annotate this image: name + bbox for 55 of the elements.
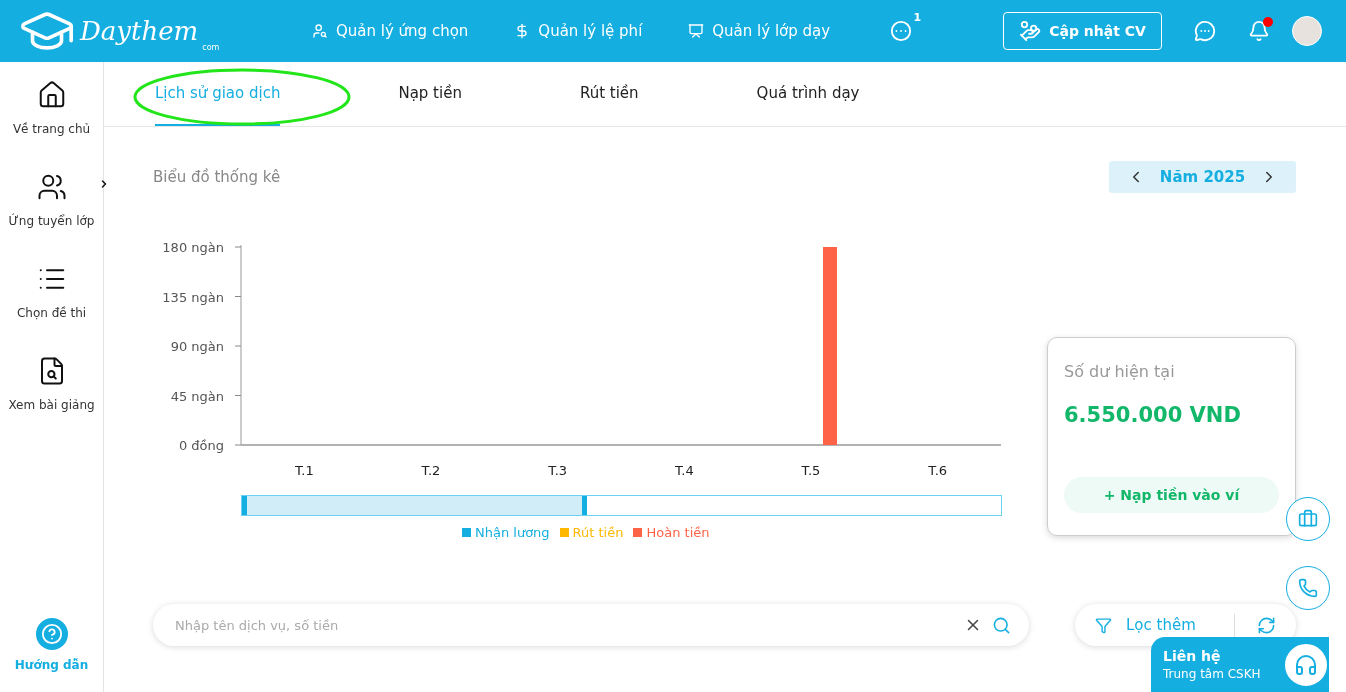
sidebar-item[interactable]: Chọn đề thi	[16, 264, 87, 320]
refresh-icon	[1257, 615, 1276, 635]
balance-label: Số dư hiện tại	[1064, 362, 1176, 381]
top-up-button[interactable]: + Nạp tiền vào ví	[1064, 477, 1279, 513]
phone-icon	[1298, 578, 1318, 598]
sidebar-item[interactable]: Về trang chủ	[12, 80, 91, 136]
legend-item[interactable]: Hoàn tiền	[633, 525, 710, 540]
axis-tick-label: 45 ngàn	[170, 388, 224, 404]
count-label: 1	[913, 11, 922, 24]
phone-button[interactable]	[1286, 566, 1330, 610]
range-slider[interactable]	[241, 495, 1002, 516]
avatar[interactable]	[1292, 16, 1322, 46]
logo-suffix: com	[202, 43, 220, 52]
axis-tick-label: 90 ngàn	[170, 339, 224, 354]
balance-amount: 6.550.000 VND	[1064, 403, 1242, 427]
sidebar-item[interactable]: Ứng tuyển lớp	[8, 172, 95, 228]
briefcase-button[interactable]	[1286, 497, 1330, 541]
tab[interactable]: Rút tiền	[579, 62, 639, 126]
filter-icon	[1095, 616, 1112, 634]
update-cv-button[interactable]: Cập nhật CV	[1003, 12, 1162, 50]
range-selection[interactable]	[242, 496, 588, 515]
sidebar-item[interactable]: Xem bài giảng	[8, 356, 95, 412]
filter-button[interactable]: Lọc thêm	[1095, 616, 1196, 634]
axis-category-label: T.2	[421, 463, 441, 478]
axis-tick-label: 0 đồng	[178, 438, 224, 453]
axis-category-label: T.1	[294, 463, 314, 478]
axis-tick-label: 135 ngàn	[162, 289, 224, 305]
tab[interactable]: Quá trình dạy	[756, 62, 860, 126]
tab[interactable]: Nạp tiền	[398, 62, 462, 126]
more-icon[interactable]	[890, 20, 913, 42]
section-title: Biểu đồ thống kê	[153, 168, 281, 186]
nav-link[interactable]: Quản lý lệ phí	[514, 22, 643, 40]
bell-icon[interactable]	[1248, 20, 1270, 42]
contact-subtitle: Trung tâm CSKH	[1163, 667, 1261, 681]
tab[interactable]: Lịch sử giao dịch	[155, 62, 281, 126]
axis-category-label: T.5	[801, 463, 821, 478]
contact-title: Liên hệ	[1163, 648, 1222, 664]
search-icon[interactable]	[992, 615, 1011, 635]
logo-text: Daythem	[80, 16, 199, 46]
help-link[interactable]: Hướng dẫn	[14, 618, 89, 672]
help-icon	[35, 618, 68, 650]
nav-link[interactable]: Quản lý lớp dạy	[688, 22, 831, 40]
axis-tick-label: 180 ngàn	[162, 240, 224, 255]
nav-link[interactable]: Quản lý ứng chọn	[312, 22, 469, 40]
axis-category-label: T.3	[548, 463, 568, 478]
contact-widget[interactable]: Liên hệ Trung tâm CSKH	[1151, 637, 1329, 692]
briefcase-icon	[1298, 509, 1318, 529]
chat-icon[interactable]	[1194, 20, 1216, 42]
axis-category-label: T.6	[928, 463, 948, 478]
board-icon	[688, 23, 705, 39]
refresh-button[interactable]	[1234, 613, 1276, 637]
legend-item[interactable]: Nhận lương	[462, 525, 550, 540]
year-label: Năm 2025	[1159, 168, 1246, 186]
axis-category-label: T.4	[674, 463, 694, 478]
legend-item[interactable]: Rút tiền	[559, 525, 624, 540]
